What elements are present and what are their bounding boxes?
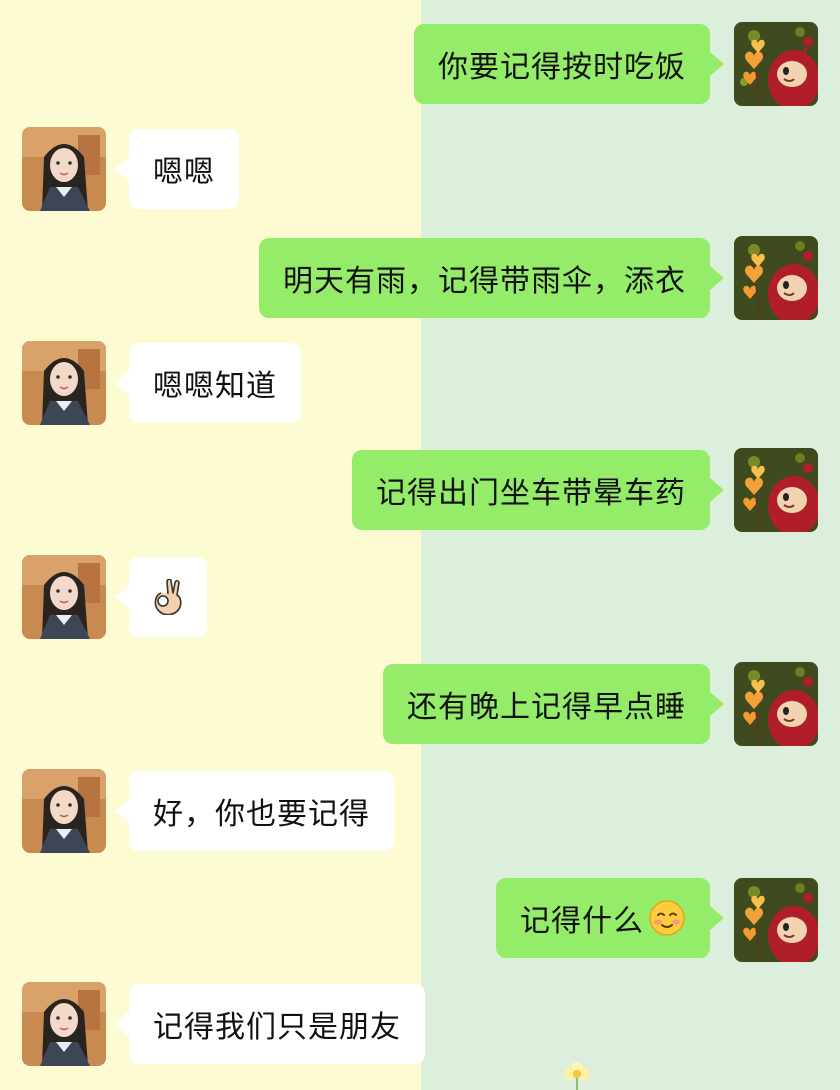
teletubby-po-avatar-icon — [734, 236, 818, 320]
girl-portrait-avatar-icon — [22, 555, 106, 639]
message-text: 嗯嗯 — [153, 155, 215, 190]
girl-portrait-avatar-icon — [22, 982, 106, 1066]
message-text: 记得出门坐车带晕车药 — [376, 476, 686, 511]
her-message-bubble[interactable]: 记得我们只是朋友 — [115, 984, 425, 1064]
teletubby-po-avatar-icon — [734, 878, 818, 962]
message-text: 好，你也要记得 — [153, 797, 370, 832]
message-text: 你要记得按时吃饭 — [438, 50, 686, 85]
message-text: 记得我们只是朋友 — [153, 1010, 401, 1045]
message-text: 嗯嗯知道 — [153, 369, 277, 404]
girl-portrait-avatar-icon — [22, 769, 106, 853]
teletubby-po-avatar-icon — [734, 448, 818, 532]
message-text: 明天有雨，记得带雨伞，添衣 — [283, 264, 686, 299]
my-avatar[interactable] — [734, 878, 818, 962]
her-avatar[interactable] — [22, 341, 106, 425]
message-text: 记得什么 — [520, 904, 644, 939]
message-text: 还有晚上记得早点睡 — [407, 690, 686, 725]
my-avatar[interactable] — [734, 662, 818, 746]
girl-portrait-avatar-icon — [22, 341, 106, 425]
her-avatar[interactable] — [22, 769, 106, 853]
teletubby-po-avatar-icon — [734, 662, 818, 746]
my-avatar[interactable] — [734, 448, 818, 532]
my-avatar[interactable] — [734, 22, 818, 106]
her-avatar[interactable] — [22, 127, 106, 211]
ok-hand-emoji-icon — [154, 579, 182, 615]
my-message-bubble[interactable]: 你要记得按时吃饭 — [414, 24, 724, 104]
her-message-bubble[interactable]: 嗯嗯知道 — [115, 343, 301, 423]
my-message-bubble[interactable]: 明天有雨，记得带雨伞，添衣 — [259, 238, 724, 318]
girl-portrait-avatar-icon — [22, 127, 106, 211]
her-message-bubble[interactable]: 嗯嗯 — [115, 129, 239, 209]
teletubby-po-avatar-icon — [734, 22, 818, 106]
her-avatar[interactable] — [22, 982, 106, 1066]
my-message-bubble[interactable]: 记得出门坐车带晕车药 — [352, 450, 724, 530]
her-avatar[interactable] — [22, 555, 106, 639]
smiling-face-emoji-icon — [649, 900, 685, 936]
my-message-bubble[interactable]: 还有晚上记得早点睡 — [383, 664, 724, 744]
her-message-bubble[interactable] — [115, 557, 207, 637]
her-message-bubble[interactable]: 好，你也要记得 — [115, 771, 394, 851]
flower-decoration-icon — [564, 1062, 590, 1090]
my-message-bubble[interactable]: 记得什么 — [496, 878, 724, 958]
my-avatar[interactable] — [734, 236, 818, 320]
